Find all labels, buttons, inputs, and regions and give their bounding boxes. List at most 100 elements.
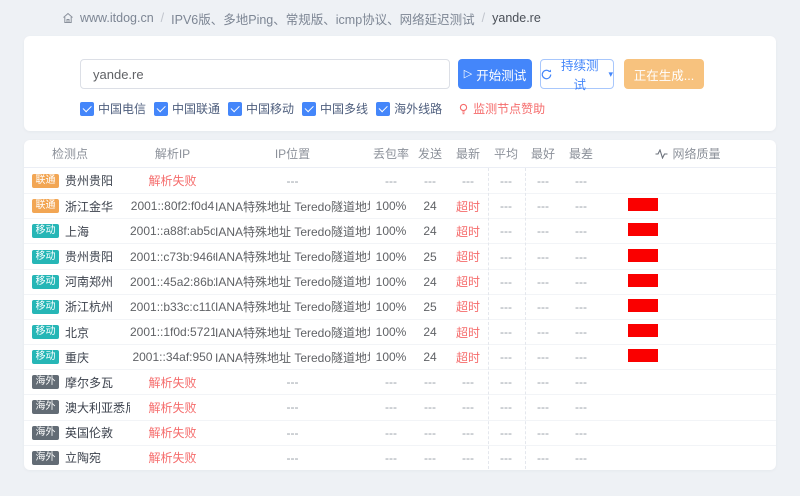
checkbox-label: 海外线路 [394,100,442,117]
table-row: 海外 英国伦敦 解析失败 --- --- --- --- --- --- --- [24,420,776,445]
best-value: --- [524,375,562,389]
sent-value: 24 [412,199,448,213]
latest-value: 超时 [448,273,488,290]
quality-cell [600,399,776,415]
best-value: --- [524,174,562,188]
ip-location: IANA特殊地址 Teredo隧道地址 [215,223,370,240]
loss-rate-value: 100% [370,350,412,364]
node-location: 浙江杭州 [65,298,113,315]
checkbox-china-telecom[interactable]: 中国电信 [80,100,146,117]
ip-location: IANA特殊地址 Teredo隧道地址 [215,349,370,366]
isp-tag: 移动 [32,300,59,314]
header-network-quality-label: 网络质量 [672,145,720,162]
node-cell: 联通 浙江金华 [24,198,130,215]
average-value: --- [488,375,524,389]
worst-value: --- [562,199,600,213]
checkbox-china-unicom[interactable]: 中国联通 [154,100,220,117]
best-value: --- [524,325,562,339]
worst-value: --- [562,300,600,314]
header-average: 平均 [488,145,524,162]
checkbox-checked-icon [376,102,390,116]
quality-cell [600,349,776,365]
chevron-down-icon: ▾ [608,69,613,80]
resolved-ip: 解析失败 [130,449,215,466]
sent-value: 24 [412,325,448,339]
node-location: 澳大利亚悉尼 [65,399,130,416]
best-value: --- [524,275,562,289]
quality-cell [600,425,776,441]
worst-value: --- [562,426,600,440]
sent-value: 24 [412,224,448,238]
best-value: --- [524,300,562,314]
checkbox-overseas[interactable]: 海外线路 [376,100,442,117]
worst-value: --- [562,400,600,414]
worst-value: --- [562,224,600,238]
generating-button[interactable]: 正在生成... [624,59,704,89]
latest-value: 超时 [448,298,488,315]
node-location: 贵州贵阳 [65,172,113,189]
resolved-ip: 解析失败 [130,172,215,189]
latest-value: 超时 [448,248,488,265]
quality-cell [600,450,776,466]
breadcrumb-separator: / [482,11,485,25]
average-value: --- [488,451,524,465]
isp-tag: 联通 [32,199,59,213]
breadcrumb: www.itdog.cn / IPV6版、多地Ping、常规版、icmp协议、网… [62,10,541,26]
host-input[interactable] [80,59,450,89]
continuous-test-button[interactable]: 持续测试 ▾ [540,59,614,89]
sent-value: 24 [412,350,448,364]
checkbox-label: 中国移动 [246,100,294,117]
latest-value: --- [448,451,488,465]
header-resolved-ip: 解析IP [130,145,215,162]
ip-location: --- [215,426,370,440]
isp-tag: 移动 [32,275,59,289]
ip-location: IANA特殊地址 Teredo隧道地址 [215,298,370,315]
breadcrumb-current: yande.re [492,11,541,25]
checkbox-checked-icon [228,102,242,116]
node-location: 浙江金华 [65,198,113,215]
sent-value: --- [412,426,448,440]
breadcrumb-home[interactable]: www.itdog.cn [80,11,154,25]
header-network-quality: 网络质量 [600,145,776,162]
best-value: --- [524,350,562,364]
start-test-button[interactable]: ▷ 开始测试 [458,59,532,89]
node-location: 河南郑州 [65,273,113,290]
node-location: 立陶宛 [65,449,101,466]
best-value: --- [524,250,562,264]
breadcrumb-section[interactable]: IPV6版、多地Ping、常规版、icmp协议、网络延迟测试 [171,9,475,28]
node-cell: 海外 英国伦敦 [24,424,130,441]
refresh-icon [541,69,552,80]
column-divider [488,168,489,469]
best-value: --- [524,451,562,465]
sponsor-link-label: 监测节点赞助 [473,100,545,117]
quality-bar [628,349,658,362]
table-body: 联通 贵州贵阳 解析失败 --- --- --- --- --- --- ---… [24,168,776,470]
table-row: 移动 浙江杭州 2001::b33c:c110 IANA特殊地址 Teredo隧… [24,294,776,319]
quality-bar [628,299,658,312]
checkbox-label: 中国多线 [320,100,368,117]
quality-bar [628,198,658,211]
table-row: 移动 贵州贵阳 2001::c73b:9466 IANA特殊地址 Teredo隧… [24,243,776,268]
ip-location: IANA特殊地址 Teredo隧道地址 [215,198,370,215]
loss-rate-value: 100% [370,300,412,314]
lightbulb-icon [458,103,469,115]
start-test-label: 开始测试 [476,65,526,84]
header-loss-rate: 丢包率 [370,145,412,162]
node-cell: 移动 重庆 [24,349,130,366]
quality-bar [628,324,658,337]
checkbox-china-mobile[interactable]: 中国移动 [228,100,294,117]
resolved-ip: 2001::34af:950 [130,350,215,364]
results-table-card: 检测点 解析IP IP位置 丢包率 发送 最新 平均 最好 最差 网络质量 联通… [24,140,776,470]
header-best: 最好 [524,145,562,162]
sent-value: 25 [412,250,448,264]
table-row: 海外 澳大利亚悉尼 解析失败 --- --- --- --- --- --- -… [24,394,776,419]
resolved-ip: 2001::a88f:ab5d [130,224,215,238]
ip-location: IANA特殊地址 Teredo隧道地址 [215,248,370,265]
isp-tag: 海外 [32,451,59,465]
header-latest: 最新 [448,145,488,162]
sponsor-link[interactable]: 监测节点赞助 [458,100,545,117]
checkbox-china-multiline[interactable]: 中国多线 [302,100,368,117]
resolved-ip: 2001::45a2:86b2 [130,275,215,289]
table-row: 移动 河南郑州 2001::45a2:86b2 IANA特殊地址 Teredo隧… [24,269,776,294]
node-cell: 移动 贵州贵阳 [24,248,130,265]
